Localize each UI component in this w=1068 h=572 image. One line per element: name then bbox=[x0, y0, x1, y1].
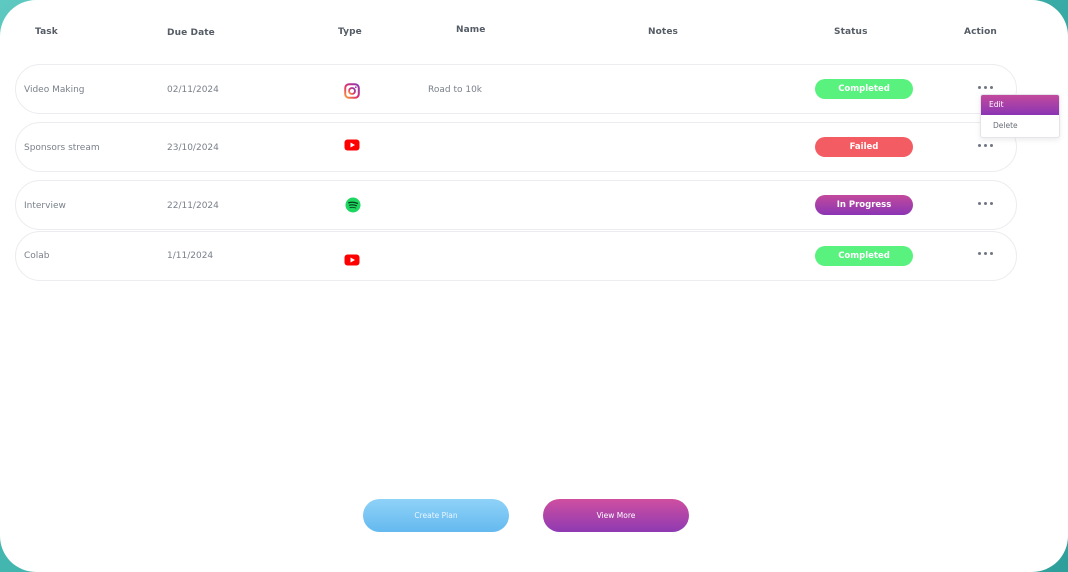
column-header-due-date: Due Date bbox=[167, 28, 215, 38]
column-header-status: Status bbox=[834, 27, 868, 37]
more-actions-icon[interactable] bbox=[977, 82, 997, 92]
column-header-action: Action bbox=[964, 27, 997, 37]
task-cell: Interview bbox=[24, 201, 66, 211]
more-actions-icon[interactable] bbox=[977, 198, 997, 208]
due-date-cell: 02/11/2024 bbox=[167, 85, 219, 95]
task-cell: Video Making bbox=[24, 85, 85, 95]
status-badge: Completed bbox=[815, 79, 913, 99]
column-header-name: Name bbox=[456, 25, 486, 35]
column-header-notes: Notes bbox=[648, 27, 678, 37]
column-header-task: Task bbox=[35, 27, 58, 37]
more-actions-icon[interactable] bbox=[977, 248, 997, 258]
menu-item-delete[interactable]: Delete bbox=[981, 116, 1059, 136]
due-date-cell: 23/10/2024 bbox=[167, 143, 219, 153]
more-actions-icon[interactable] bbox=[977, 140, 997, 150]
action-dropdown-menu: Edit Delete bbox=[980, 94, 1060, 138]
menu-item-edit[interactable]: Edit bbox=[981, 95, 1059, 115]
tasks-panel: Task Due Date Type Name Notes Status Act… bbox=[0, 0, 1068, 572]
youtube-icon bbox=[344, 139, 360, 151]
due-date-cell: 1/11/2024 bbox=[167, 251, 214, 261]
status-badge: Failed bbox=[815, 137, 913, 157]
view-more-button[interactable]: View More bbox=[543, 499, 689, 532]
task-cell: Colab bbox=[24, 251, 50, 261]
youtube-icon bbox=[344, 254, 360, 266]
create-plan-button[interactable]: Create Plan bbox=[363, 499, 509, 532]
status-badge: In Progress bbox=[815, 195, 913, 215]
instagram-icon bbox=[344, 83, 360, 99]
column-header-type: Type bbox=[338, 27, 362, 37]
spotify-icon bbox=[345, 197, 361, 213]
name-cell: Road to 10k bbox=[428, 85, 483, 95]
due-date-cell: 22/11/2024 bbox=[167, 201, 219, 211]
status-badge: Completed bbox=[815, 246, 913, 266]
task-cell: Sponsors stream bbox=[24, 143, 100, 153]
